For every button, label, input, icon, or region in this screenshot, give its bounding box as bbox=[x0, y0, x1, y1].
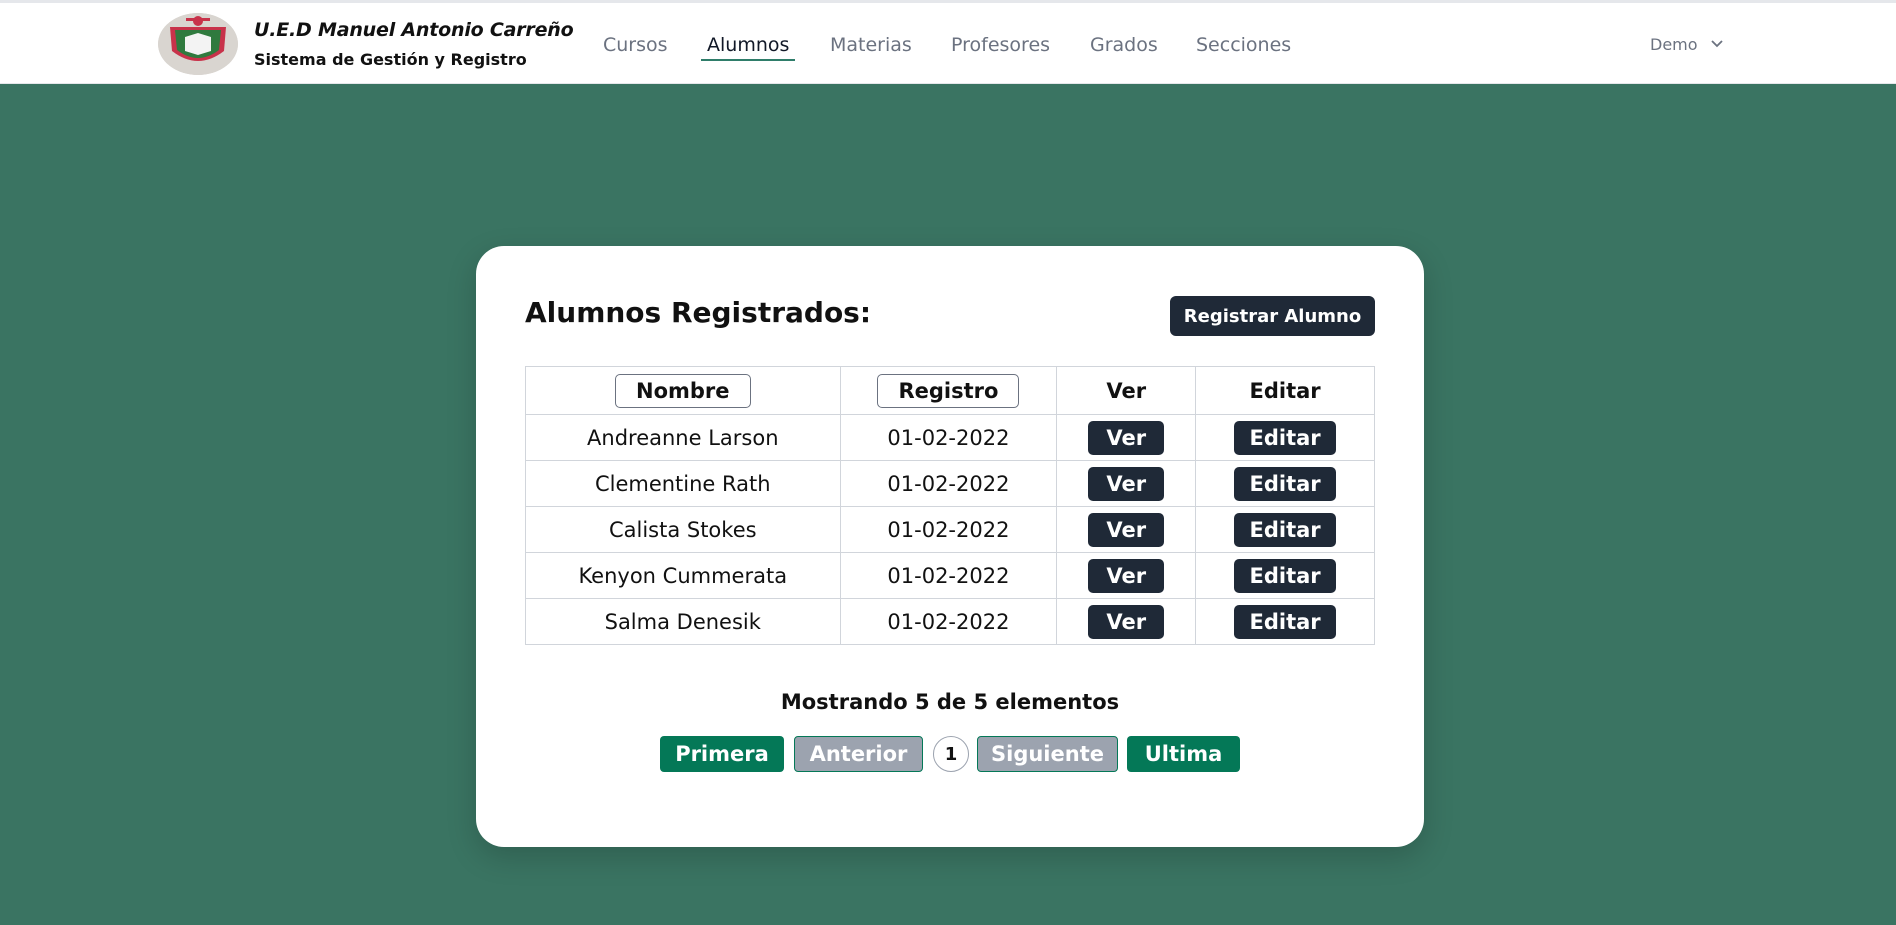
sort-by-nombre-button[interactable]: Nombre bbox=[615, 373, 751, 408]
view-button[interactable]: Ver bbox=[1088, 558, 1165, 593]
students-card: Alumnos Registrados: Registrar Alumno No… bbox=[476, 246, 1424, 847]
student-name: Calista Stokes bbox=[525, 506, 841, 553]
previous-page-button[interactable]: Anterior bbox=[794, 736, 923, 772]
nav-cursos[interactable]: Cursos bbox=[603, 34, 668, 56]
brand-subtitle: Sistema de Gestión y Registro bbox=[254, 50, 527, 69]
nav-grados[interactable]: Grados bbox=[1090, 34, 1158, 56]
brand-title: U.E.D Manuel Antonio Carreño bbox=[254, 19, 574, 41]
view-button[interactable]: Ver bbox=[1088, 420, 1165, 455]
header-nombre: Nombre bbox=[525, 366, 841, 415]
edit-button[interactable]: Editar bbox=[1234, 512, 1337, 547]
view-button[interactable]: Ver bbox=[1088, 604, 1165, 639]
nav-profesores[interactable]: Profesores bbox=[951, 34, 1050, 56]
nav-materias[interactable]: Materias bbox=[830, 34, 912, 56]
current-page-number[interactable]: 1 bbox=[933, 736, 969, 772]
table-header-row: Nombre Registro Ver Editar bbox=[525, 366, 1375, 415]
first-page-button[interactable]: Primera bbox=[660, 736, 784, 772]
edit-button[interactable]: Editar bbox=[1234, 604, 1337, 639]
header-editar: Editar bbox=[1195, 366, 1375, 415]
student-date: 01-02-2022 bbox=[839, 598, 1058, 645]
top-navbar: U.E.D Manuel Antonio Carreño Sistema de … bbox=[0, 0, 1896, 84]
table-row: Calista Stokes 01-02-2022 Ver Editar bbox=[525, 506, 1375, 553]
header-registro: Registro bbox=[839, 366, 1058, 415]
nav-secciones[interactable]: Secciones bbox=[1196, 34, 1291, 56]
register-student-button[interactable]: Registrar Alumno bbox=[1170, 296, 1375, 336]
student-date: 01-02-2022 bbox=[839, 552, 1058, 599]
edit-button[interactable]: Editar bbox=[1234, 420, 1337, 455]
pagination-summary: Mostrando 5 de 5 elementos bbox=[780, 690, 1120, 714]
student-name: Andreanne Larson bbox=[525, 414, 841, 461]
student-name: Kenyon Cummerata bbox=[525, 552, 841, 599]
active-nav-underline bbox=[701, 59, 795, 61]
school-logo[interactable] bbox=[158, 13, 238, 75]
sort-by-registro-button[interactable]: Registro bbox=[877, 373, 1020, 408]
last-page-button[interactable]: Ultima bbox=[1127, 736, 1240, 772]
view-button[interactable]: Ver bbox=[1088, 466, 1165, 501]
student-date: 01-02-2022 bbox=[839, 506, 1058, 553]
table-row: Salma Denesik 01-02-2022 Ver Editar bbox=[525, 598, 1375, 645]
edit-button[interactable]: Editar bbox=[1234, 466, 1337, 501]
student-name: Clementine Rath bbox=[525, 460, 841, 507]
edit-button[interactable]: Editar bbox=[1234, 558, 1337, 593]
student-date: 01-02-2022 bbox=[839, 460, 1058, 507]
table-row: Andreanne Larson 01-02-2022 Ver Editar bbox=[525, 414, 1375, 461]
student-date: 01-02-2022 bbox=[839, 414, 1058, 461]
header-ver: Ver bbox=[1056, 366, 1197, 415]
student-name: Salma Denesik bbox=[525, 598, 841, 645]
page-title: Alumnos Registrados: bbox=[525, 296, 872, 329]
nav-alumnos[interactable]: Alumnos bbox=[707, 34, 789, 56]
table-row: Kenyon Cummerata 01-02-2022 Ver Editar bbox=[525, 552, 1375, 599]
user-menu[interactable]: Demo bbox=[1650, 35, 1698, 54]
next-page-button[interactable]: Siguiente bbox=[977, 736, 1118, 772]
students-table: Nombre Registro Ver Editar Andreanne Lar… bbox=[525, 366, 1375, 645]
view-button[interactable]: Ver bbox=[1088, 512, 1165, 547]
table-row: Clementine Rath 01-02-2022 Ver Editar bbox=[525, 460, 1375, 507]
chevron-down-icon[interactable] bbox=[1711, 40, 1723, 48]
